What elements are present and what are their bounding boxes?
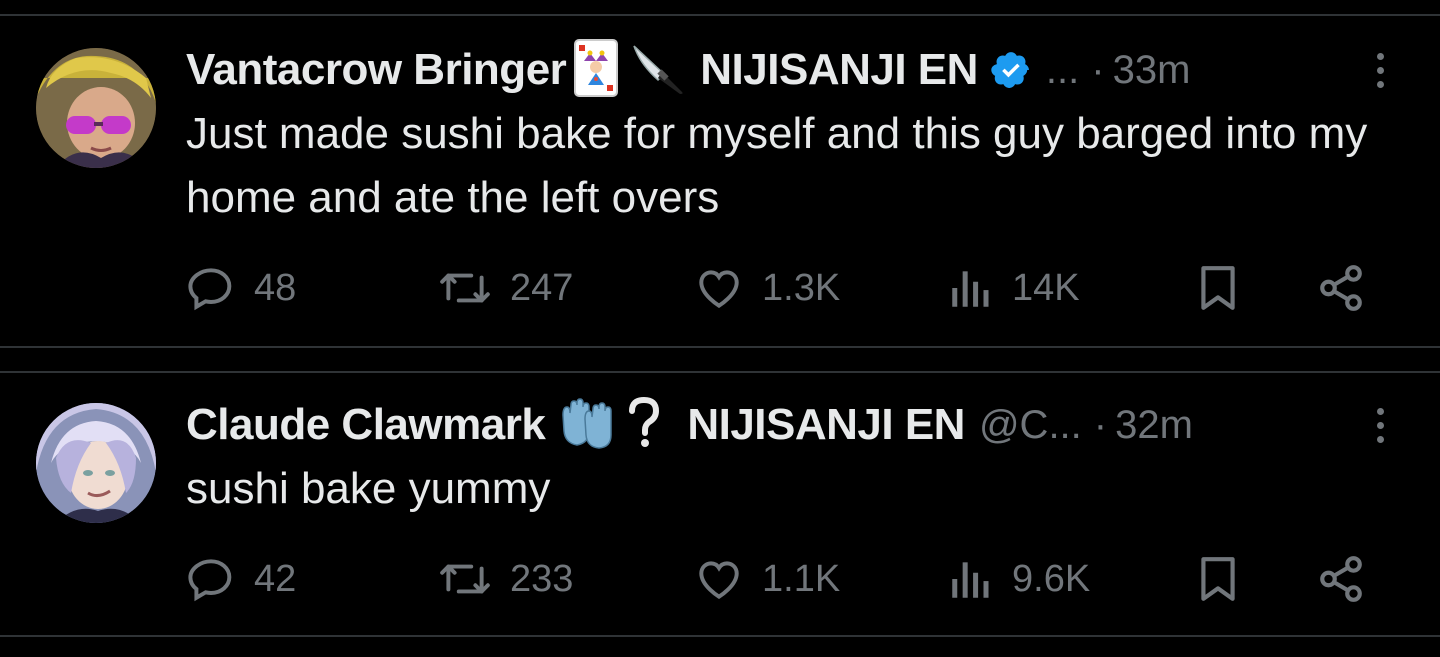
bookmark-button[interactable] [1196, 551, 1240, 607]
reply-icon [186, 554, 236, 604]
views-count: 14K [1012, 266, 1080, 309]
like-count: 1.3K [762, 266, 841, 309]
views-button[interactable]: 14K [948, 260, 1080, 316]
more-icon[interactable] [1364, 40, 1396, 100]
reply-icon [186, 263, 236, 313]
repost-icon [438, 554, 492, 604]
avatar[interactable] [36, 48, 156, 168]
bookmark-icon [1196, 263, 1240, 313]
repost-icon [438, 263, 492, 313]
tweet-text: sushi bake yummy [186, 464, 551, 513]
reply-button[interactable]: 42 [186, 551, 296, 607]
author-handle[interactable]: ... [1046, 48, 1079, 93]
author-handle[interactable]: @C... [979, 403, 1082, 448]
repost-button[interactable]: 247 [438, 260, 573, 316]
share-button[interactable] [1316, 551, 1366, 607]
more-icon[interactable] [1364, 395, 1396, 455]
repost-button[interactable]: 233 [438, 551, 573, 607]
views-icon [948, 554, 994, 604]
affiliation: NIJISANJI EN [687, 400, 965, 449]
tweet-header: Claude Clawmark NIJISANJI EN @C... · 32m [186, 395, 1380, 455]
knife-icon [630, 40, 686, 101]
question-mark-icon [627, 396, 661, 454]
divider-bottom [0, 635, 1440, 637]
like-icon [694, 263, 744, 313]
tweet-1[interactable]: Vantacrow Bringer NIJISANJI EN ... · 33m… [0, 16, 1440, 346]
repost-count: 247 [510, 266, 574, 309]
action-bar: 48 247 1.3K 14K [186, 260, 1376, 316]
bookmark-button[interactable] [1196, 260, 1240, 316]
gloves-icon [559, 397, 615, 454]
reply-count: 48 [254, 266, 297, 309]
bookmark-icon [1196, 554, 1240, 604]
like-icon [694, 554, 744, 604]
like-button[interactable]: 1.3K [694, 260, 840, 316]
avatar[interactable] [36, 403, 156, 523]
views-icon [948, 263, 994, 313]
tweet-text: Just made sushi bake for myself and this… [186, 109, 1368, 222]
share-icon [1316, 263, 1366, 313]
tweet-header: Vantacrow Bringer NIJISANJI EN ... · 33m [186, 38, 1380, 102]
timestamp[interactable]: 33m [1113, 48, 1191, 93]
separator: · [1093, 402, 1108, 447]
separator: · [1091, 47, 1105, 92]
author-name[interactable]: Claude Clawmark [186, 400, 546, 450]
divider-middle-top [0, 346, 1440, 348]
views-count: 9.6K [1012, 557, 1091, 600]
views-button[interactable]: 9.6K [948, 551, 1090, 607]
reply-count: 42 [254, 557, 297, 600]
share-icon [1316, 554, 1366, 604]
tweet-2[interactable]: Claude Clawmark NIJISANJI EN @C... · 32m… [0, 373, 1440, 635]
verified-badge-icon [990, 49, 1032, 91]
share-button[interactable] [1316, 260, 1366, 316]
author-name[interactable]: Vantacrow Bringer [186, 45, 567, 95]
affiliation: NIJISANJI EN [700, 45, 978, 94]
like-button[interactable]: 1.1K [694, 551, 840, 607]
like-count: 1.1K [762, 557, 841, 600]
repost-count: 233 [510, 557, 574, 600]
timestamp[interactable]: 32m [1115, 403, 1193, 448]
joker-card-icon [574, 38, 619, 102]
action-bar: 42 233 1.1K 9.6K [186, 551, 1376, 607]
reply-button[interactable]: 48 [186, 260, 296, 316]
